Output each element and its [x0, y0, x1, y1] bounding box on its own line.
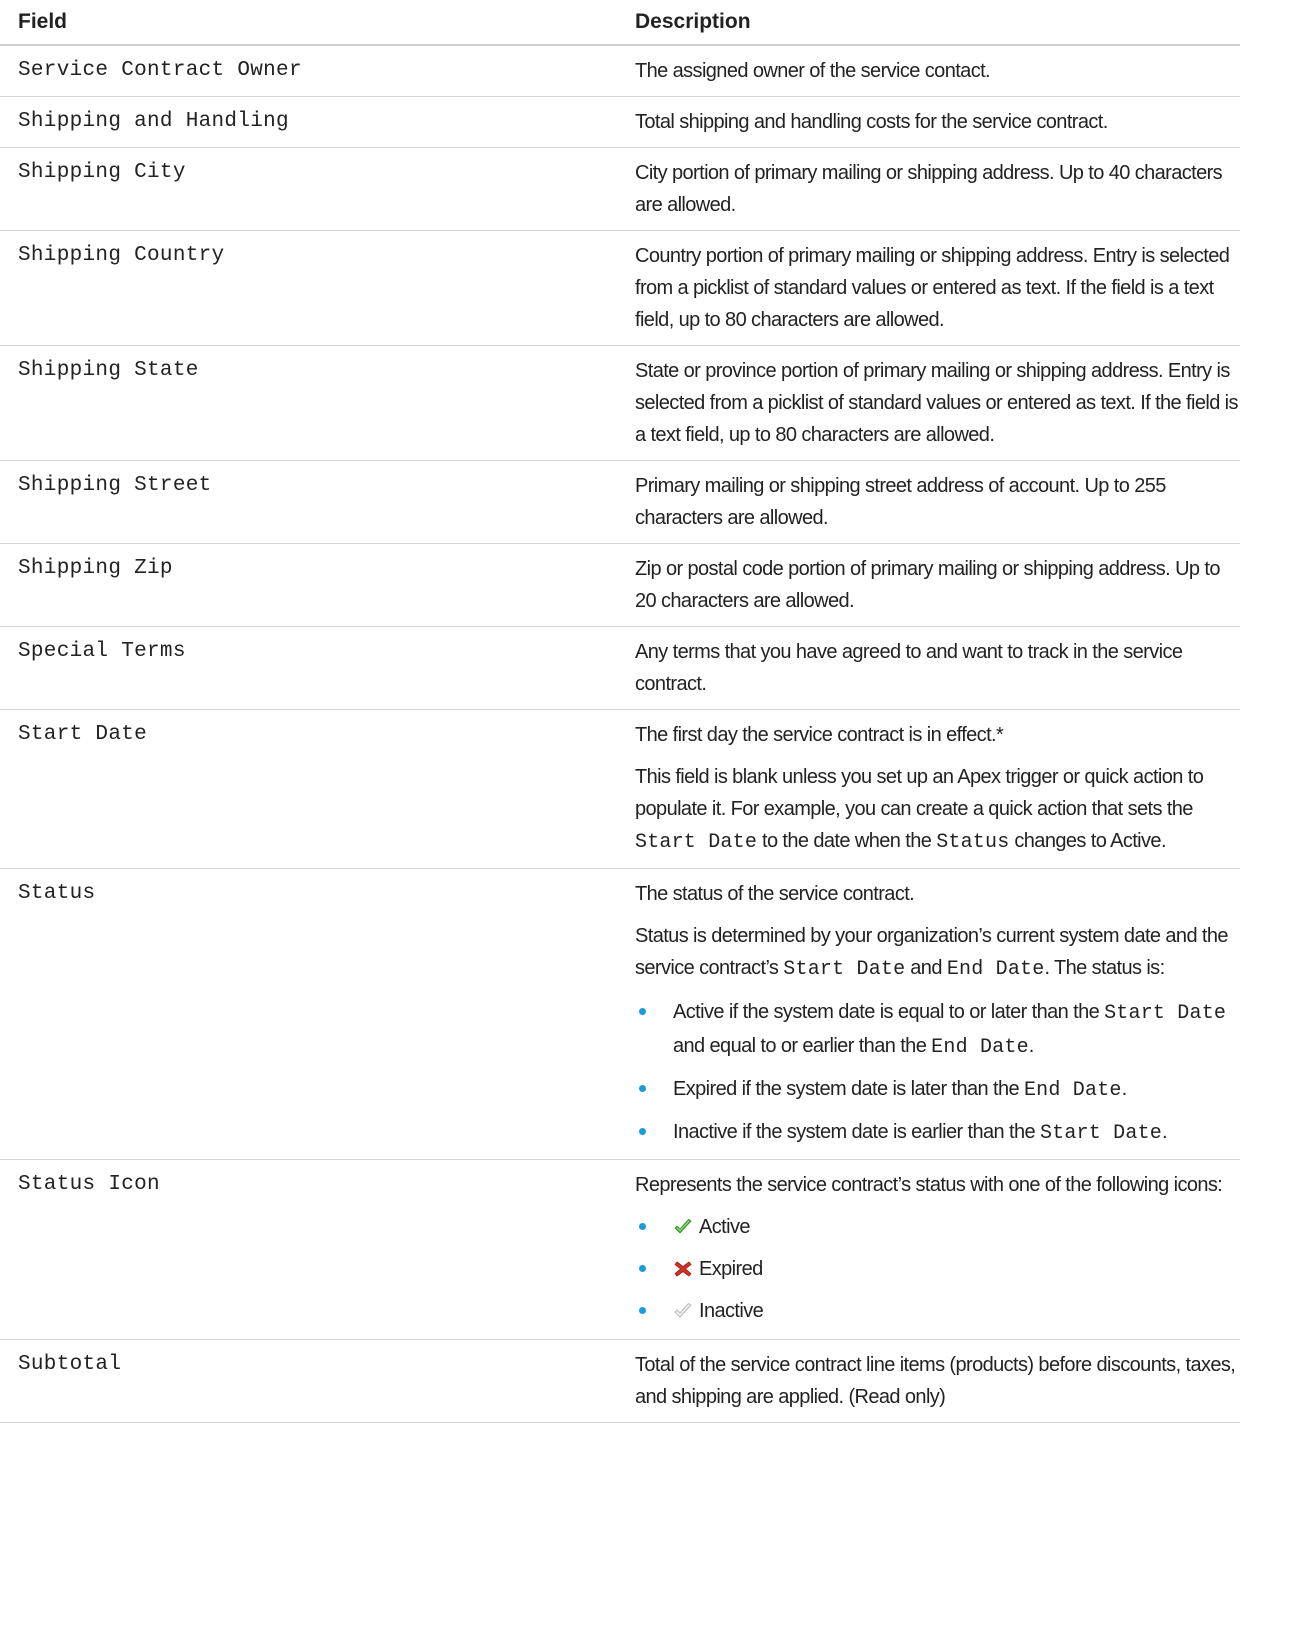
field-reference: End Date	[946, 958, 1045, 981]
field-reference: End Date	[1023, 1079, 1122, 1102]
icon-label: Inactive	[699, 1300, 764, 1322]
table-row: Status Icon Represents the service contr…	[0, 1159, 1240, 1340]
description-text: City portion of primary mailing or shipp…	[635, 162, 1223, 216]
rule-text: Inactive if the system date is earlier t…	[673, 1121, 1040, 1143]
list-item: Inactive if the system date is earlier t…	[635, 1116, 1238, 1150]
field-reference: Start Date	[1104, 1002, 1227, 1025]
bullet-icon	[639, 1085, 646, 1092]
field-description: State or province portion of primary mai…	[617, 345, 1240, 461]
description-text: Zip or postal code portion of primary ma…	[635, 558, 1220, 612]
green-check-icon	[673, 1214, 693, 1246]
field-description: City portion of primary mailing or shipp…	[617, 147, 1240, 231]
field-reference: Start Date	[1039, 1122, 1162, 1145]
table-row: Subtotal Total of the service contract l…	[0, 1339, 1240, 1423]
description-text: The first day the service contract is in…	[635, 724, 1004, 746]
rule-text: .	[1161, 1121, 1168, 1143]
field-description: Primary mailing or shipping street addre…	[617, 460, 1240, 544]
field-name: Status	[0, 868, 617, 1160]
description-text: The assigned owner of the service contac…	[635, 60, 991, 82]
field-description: The status of the service contract. Stat…	[617, 868, 1240, 1160]
table-row: Shipping and Handling Total shipping and…	[0, 96, 1240, 148]
field-description-table: Field Description Service Contract Owner…	[0, 0, 1240, 1423]
table-row: Shipping State State or province portion…	[0, 345, 1240, 461]
red-x-icon	[673, 1256, 693, 1288]
icon-label: Active	[699, 1216, 750, 1238]
field-description: Country portion of primary mailing or sh…	[617, 230, 1240, 346]
field-column-header: Field	[0, 0, 617, 46]
description-text: Country portion of primary mailing or sh…	[635, 245, 1230, 331]
list-item: Active if the system date is equal to or…	[635, 996, 1238, 1064]
field-name: Status Icon	[0, 1159, 617, 1340]
field-name: Shipping Street	[0, 460, 617, 544]
list-item: Active	[635, 1211, 1238, 1246]
bullet-icon	[639, 1128, 646, 1135]
field-name: Shipping Country	[0, 230, 617, 346]
bullet-icon	[639, 1223, 646, 1230]
description-text: Represents the service contract’s status…	[635, 1174, 1223, 1196]
note-text: changes to Active.	[1009, 830, 1166, 852]
table-row: Special Terms Any terms that you have ag…	[0, 626, 1240, 710]
bullet-icon	[639, 1265, 646, 1272]
table-row: Shipping Zip Zip or postal code portion …	[0, 543, 1240, 627]
field-reference: Start Date	[783, 958, 906, 981]
description-text: Any terms that you have agreed to and wa…	[635, 641, 1183, 695]
list-item: Expired	[635, 1253, 1238, 1288]
gray-check-icon	[673, 1298, 693, 1330]
table-row: Status The status of the service contrac…	[0, 868, 1240, 1160]
field-description: The assigned owner of the service contac…	[617, 45, 1240, 97]
description-text: Total of the service contract line items…	[635, 1354, 1236, 1408]
field-name: Start Date	[0, 709, 617, 869]
description-text: Primary mailing or shipping street addre…	[635, 475, 1166, 529]
description-note: This field is blank unless you set up an…	[635, 761, 1238, 859]
list-item: Expired if the system date is later than…	[635, 1073, 1238, 1107]
bullet-icon	[639, 1307, 646, 1314]
rule-text: .	[1121, 1078, 1128, 1100]
explain-text: . The status is:	[1044, 957, 1165, 979]
description-column-header: Description	[617, 0, 1240, 46]
field-description: The first day the service contract is in…	[617, 709, 1240, 869]
table-header-row: Field Description	[0, 0, 1240, 46]
icon-label: Expired	[699, 1258, 763, 1280]
rule-text: and equal to or earlier than the	[673, 1035, 932, 1057]
field-description: Total of the service contract line items…	[617, 1339, 1240, 1423]
description-text: State or province portion of primary mai…	[635, 360, 1239, 446]
field-reference: Start Date	[635, 831, 758, 854]
field-name: Subtotal	[0, 1339, 617, 1423]
field-description: Zip or postal code portion of primary ma…	[617, 543, 1240, 627]
field-name: Shipping City	[0, 147, 617, 231]
table-row: Start Date The first day the service con…	[0, 709, 1240, 869]
list-item: Inactive	[635, 1295, 1238, 1330]
field-description: Any terms that you have agreed to and wa…	[617, 626, 1240, 710]
table-row: Shipping Street Primary mailing or shipp…	[0, 460, 1240, 544]
table-row: Shipping City City portion of primary ma…	[0, 147, 1240, 231]
status-rules-list: Active if the system date is equal to or…	[635, 996, 1238, 1150]
table-row: Service Contract Owner The assigned owne…	[0, 45, 1240, 97]
table-row: Shipping Country Country portion of prim…	[0, 230, 1240, 346]
field-reference: Status	[936, 831, 1010, 854]
note-text: This field is blank unless you set up an…	[635, 766, 1204, 820]
bullet-icon	[639, 1008, 646, 1015]
field-name: Service Contract Owner	[0, 45, 617, 97]
explain-text: and	[905, 957, 947, 979]
note-text: to the date when the	[757, 830, 937, 852]
field-name: Shipping and Handling	[0, 96, 617, 148]
status-icon-list: Active Expired Inactive	[635, 1211, 1238, 1330]
rule-text: Active if the system date is equal to or…	[673, 1001, 1105, 1023]
description-text: Total shipping and handling costs for th…	[635, 111, 1108, 133]
rule-text: .	[1028, 1035, 1035, 1057]
field-description: Total shipping and handling costs for th…	[617, 96, 1240, 148]
field-description: Represents the service contract’s status…	[617, 1159, 1240, 1340]
description-explain: Status is determined by your organizatio…	[635, 920, 1238, 986]
field-name: Special Terms	[0, 626, 617, 710]
description-text: The status of the service contract.	[635, 883, 915, 905]
rule-text: Expired if the system date is later than…	[673, 1078, 1024, 1100]
field-reference: End Date	[931, 1036, 1029, 1059]
field-name: Shipping State	[0, 345, 617, 461]
field-name: Shipping Zip	[0, 543, 617, 627]
